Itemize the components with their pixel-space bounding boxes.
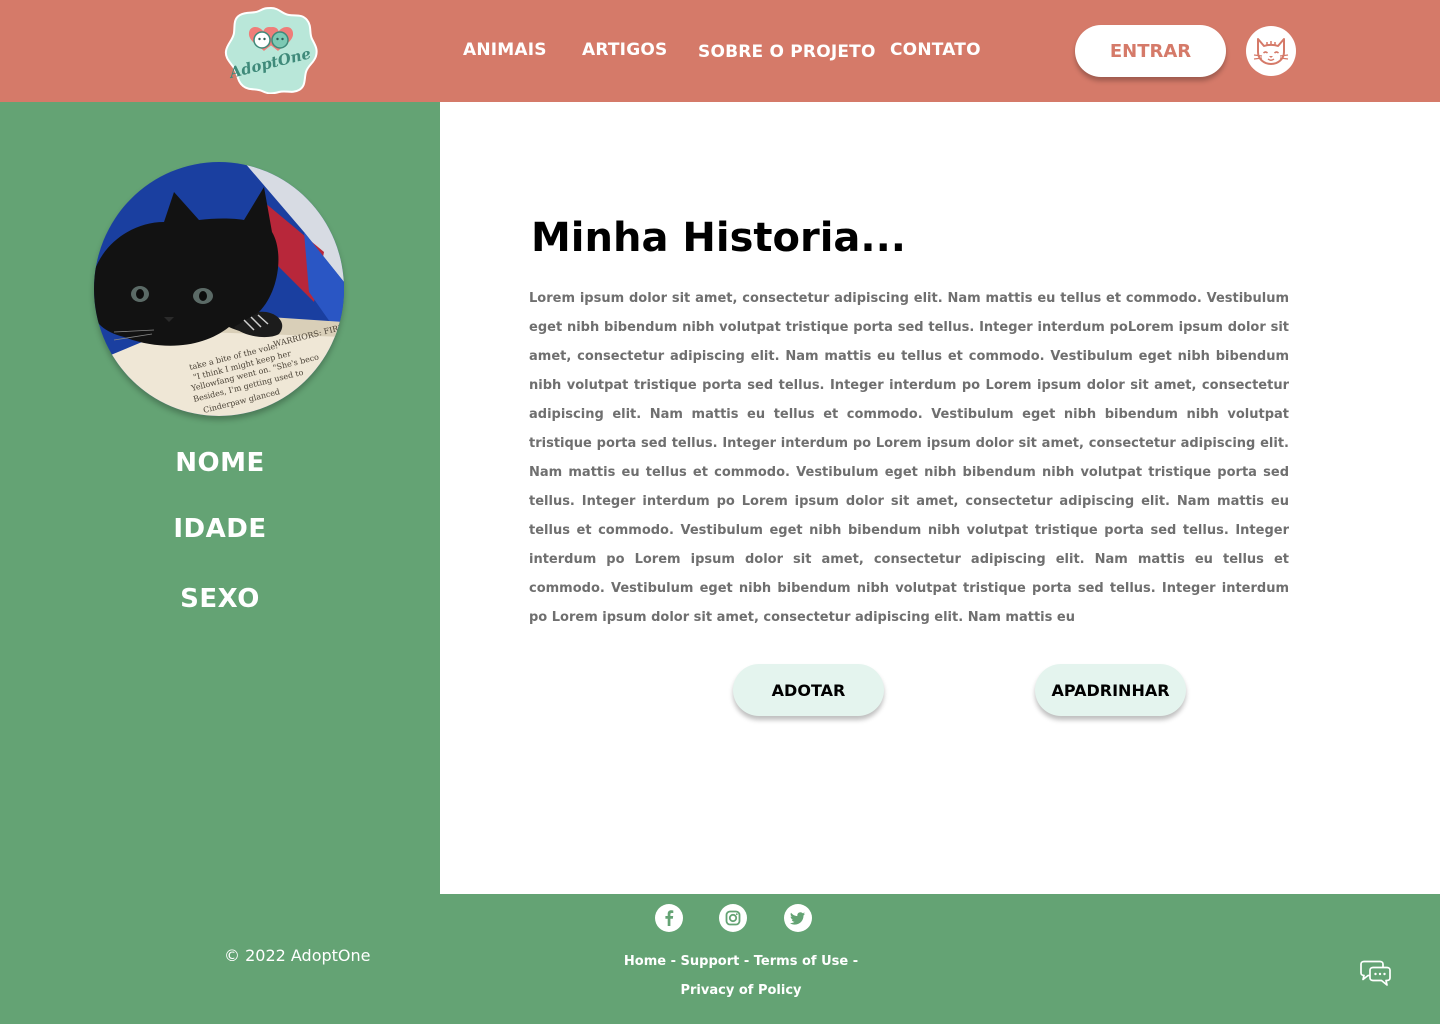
footer-link-support[interactable]: Support (681, 954, 740, 969)
black-kitten-image: WARRIORS: FIRE AND take a bite of the vo… (94, 162, 344, 416)
footer-link-privacy[interactable]: Privacy of Policy (680, 983, 801, 998)
chat-bubbles-icon[interactable] (1358, 960, 1392, 988)
story-title: Minha Historia... (531, 215, 906, 261)
sponsor-button[interactable]: APADRINHAR (1035, 664, 1186, 716)
nav-sobre-o-projeto[interactable]: SOBRE O PROJETO (698, 42, 876, 62)
footer-link-terms[interactable]: Terms of Use (754, 954, 848, 969)
footer-links: Home - Support - Terms of Use - Privacy … (610, 947, 872, 1005)
nav-contato[interactable]: CONTATO (890, 40, 981, 60)
pet-sex-label: SEXO (180, 584, 260, 614)
adopt-button[interactable]: ADOTAR (733, 664, 884, 716)
site-footer: © 2022 AdoptOne Home - Support - Terms o… (0, 894, 1440, 1024)
twitter-icon[interactable] (784, 904, 812, 932)
copyright-text: © 2022 AdoptOne (224, 946, 371, 965)
nav-artigos[interactable]: ARTIGOS (582, 40, 667, 60)
link-separator: - (739, 954, 754, 969)
pet-name-label: NOME (175, 448, 265, 478)
pet-age-label: IDADE (173, 514, 267, 544)
login-button[interactable]: ENTRAR (1075, 25, 1226, 77)
pet-photo: WARRIORS: FIRE AND take a bite of the vo… (94, 162, 344, 416)
footer-link-home[interactable]: Home (624, 954, 666, 969)
link-separator: - (666, 954, 681, 969)
adoptone-logo[interactable]: AdoptOne (224, 6, 318, 94)
top-header: AdoptOne ANIMAIS ARTIGOS SOBRE O PROJETO… (0, 0, 1440, 102)
cat-face-icon (1253, 38, 1289, 65)
story-body: Lorem ipsum dolor sit amet, consectetur … (529, 291, 1289, 625)
instagram-icon[interactable] (719, 904, 747, 932)
user-avatar-button[interactable] (1246, 26, 1296, 76)
link-separator: - (848, 954, 859, 969)
facebook-icon[interactable] (655, 904, 683, 932)
nav-animais[interactable]: ANIMAIS (463, 40, 547, 60)
pet-sidebar: WARRIORS: FIRE AND take a bite of the vo… (0, 102, 440, 894)
logo-badge-icon: AdoptOne (224, 6, 318, 94)
